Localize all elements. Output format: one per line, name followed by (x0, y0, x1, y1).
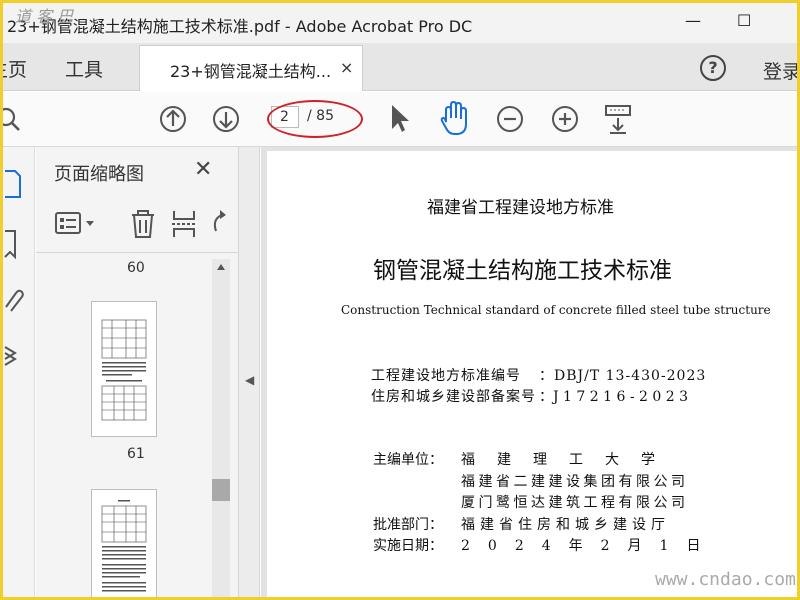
scroll-up-icon[interactable] (216, 263, 226, 271)
panel-title: 页面缩略图 (54, 164, 144, 185)
thumbnail-page-62[interactable] (91, 489, 157, 597)
thumbnail-page-61[interactable] (91, 301, 157, 437)
thumbnail-page-61-preview (101, 319, 147, 421)
doc-effective-date: 2 0 2 4 年 2 月 1 日 (461, 538, 703, 554)
panel-toolbar (36, 197, 238, 253)
select-cursor-icon[interactable] (383, 92, 413, 147)
scroll-mode-icon[interactable] (601, 92, 635, 147)
bookmarks-icon[interactable] (3, 227, 23, 261)
doc-editor-3: 厦门鹭恒达建筑工程有限公司 (461, 495, 689, 511)
doc-label-standard-number: 工程建设地方标准编号 (371, 368, 521, 384)
search-icon[interactable] (3, 92, 29, 147)
doc-approver: 福建省住房和城乡建设厅 (461, 517, 670, 533)
doc-standard-number: ：DBJ/T 13-430-2023 (539, 368, 707, 384)
tab-document[interactable]: 23+钢管混凝土结构... × (139, 45, 363, 91)
doc-editor-1: 福 建 理 工 大 学 (461, 452, 659, 468)
panel-splitter[interactable]: ◀ (238, 147, 260, 597)
page-thumbnails-icon[interactable] (3, 167, 23, 201)
thumbnail-options-icon[interactable] (54, 209, 100, 239)
zoom-out-icon[interactable] (493, 92, 527, 147)
tab-document-label: 23+钢管混凝土结构... (170, 62, 332, 81)
panel-close-icon[interactable]: ✕ (194, 157, 212, 182)
menu-bar: 主页 工具 ? 登录 (3, 43, 797, 91)
tab-close-icon[interactable]: × (340, 58, 353, 77)
attachments-icon[interactable] (3, 283, 25, 317)
doc-english-title: Construction Technical standard of concr… (341, 303, 771, 317)
thumbnail-label-60: 60 (127, 260, 145, 276)
collapse-panel-icon[interactable]: ◀ (245, 373, 254, 387)
thumbnail-scrollbar-thumb[interactable] (212, 479, 230, 501)
login-button[interactable]: 登录 (763, 57, 797, 84)
pdf-page: 福建省工程建设地方标准 钢管混凝土结构施工技术标准 Construction T… (267, 151, 797, 597)
doc-title: 钢管混凝土结构施工技术标准 (373, 258, 672, 284)
title-bar: 23+钢管混凝土结构施工技术标准.pdf - Adobe Acrobat Pro… (3, 3, 797, 43)
thumbnail-label-61: 61 (127, 446, 145, 462)
hand-tool-icon[interactable] (436, 92, 472, 147)
acrobat-window: 23+钢管混凝土结构施工技术标准.pdf - Adobe Acrobat Pro… (3, 3, 797, 597)
doc-editor-2: 福建省二建建设集团有限公司 (461, 474, 689, 490)
doc-record-number: ：J 1 7 2 1 6 - 2 0 2 3 (539, 389, 689, 405)
page-thumbnails-panel: 页面缩略图 ✕ 60 61 (36, 147, 238, 597)
maximize-button[interactable]: ☐ (737, 11, 751, 30)
doc-issuer: 福建省工程建设地方标准 (427, 198, 614, 218)
delete-page-icon[interactable] (128, 209, 158, 239)
doc-label-editor: 主编单位： (373, 452, 443, 468)
help-icon[interactable]: ? (700, 55, 726, 81)
zoom-in-icon[interactable] (548, 92, 582, 147)
document-view[interactable]: 福建省工程建设地方标准 钢管混凝土结构施工技术标准 Construction T… (261, 147, 797, 597)
menu-tools[interactable]: 工具 (65, 55, 103, 82)
watermark-top-left: 道 客 巴 (15, 7, 74, 26)
insert-page-icon[interactable] (170, 209, 200, 239)
highlight-ellipse-annotation (267, 100, 363, 138)
minimize-button[interactable]: — (685, 11, 701, 30)
doc-label-approver: 批准部门： (373, 517, 443, 533)
next-page-icon[interactable] (209, 92, 243, 147)
menu-home[interactable]: 主页 (3, 55, 27, 82)
previous-page-icon[interactable] (156, 92, 190, 147)
doc-label-date: 实施日期： (373, 538, 443, 554)
window-title: 23+钢管混凝土结构施工技术标准.pdf - Adobe Acrobat Pro… (7, 17, 473, 36)
rotate-page-icon[interactable] (208, 209, 238, 239)
doc-label-record-number: 住房和城乡建设部备案号 (371, 389, 536, 405)
layers-icon[interactable] (3, 339, 25, 373)
thumbnail-scrollbar[interactable] (212, 259, 230, 597)
thumbnail-page-62-preview (101, 500, 147, 592)
watermark-bottom-right: www.cndao.com (655, 569, 796, 590)
toolbar: 2 / 85 (3, 92, 797, 147)
left-navigation-rail (3, 147, 35, 597)
